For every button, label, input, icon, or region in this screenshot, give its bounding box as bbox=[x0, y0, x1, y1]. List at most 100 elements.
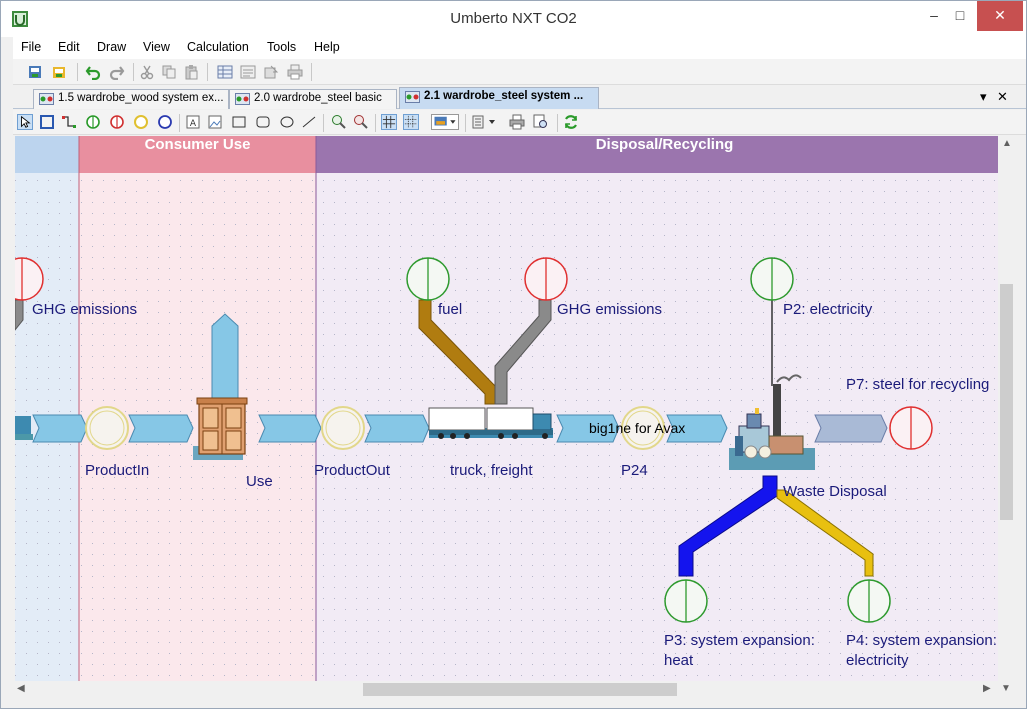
window-title: Umberto NXT CO2 bbox=[450, 10, 577, 27]
print-icon[interactable] bbox=[509, 114, 525, 130]
vertical-scrollbar[interactable]: ▲ bbox=[998, 136, 1015, 681]
table-icon[interactable] bbox=[217, 64, 233, 80]
toolbar-separator bbox=[375, 114, 376, 132]
connection-place-icon[interactable] bbox=[133, 114, 149, 130]
label-ghg-emissions: GHG emissions bbox=[557, 301, 663, 318]
place-p4-electricity[interactable] bbox=[847, 579, 891, 623]
color-icon[interactable] bbox=[431, 114, 459, 130]
label-p2-electricity: P2: electricity bbox=[783, 301, 873, 318]
place-productin[interactable] bbox=[85, 406, 129, 450]
drawing-toolbar: A bbox=[13, 110, 1026, 135]
svg-text:A: A bbox=[190, 119, 197, 129]
print-icon[interactable] bbox=[287, 64, 303, 80]
flow-arrow[interactable] bbox=[364, 414, 430, 443]
close-button[interactable]: ✕ bbox=[977, 1, 1023, 31]
flow-arrow[interactable] bbox=[258, 414, 322, 443]
grid-icon[interactable] bbox=[381, 114, 397, 130]
cut-icon[interactable] bbox=[139, 64, 155, 80]
tab-label: 1.5 wardrobe_wood system ex... bbox=[58, 92, 224, 104]
place-p7-steel-recycling[interactable] bbox=[889, 406, 933, 450]
close-tab-icon[interactable]: ✕ bbox=[997, 89, 1008, 105]
menu-tools[interactable]: Tools bbox=[267, 40, 296, 54]
scroll-up-icon[interactable]: ▲ bbox=[1002, 138, 1012, 149]
paste-icon[interactable] bbox=[183, 64, 199, 80]
rectangle-select-icon[interactable] bbox=[39, 114, 55, 130]
list-icon[interactable] bbox=[240, 64, 256, 80]
label-p4-line1: P4: system expansion: bbox=[846, 632, 997, 649]
zoom-out-icon[interactable] bbox=[353, 114, 369, 130]
transition-truck-left[interactable] bbox=[15, 416, 33, 440]
menu-view[interactable]: View bbox=[143, 40, 170, 54]
lane-title-consumer-use: Consumer Use bbox=[144, 136, 251, 153]
print-preview-icon[interactable] bbox=[533, 114, 549, 130]
transition-use-wardrobe[interactable] bbox=[193, 397, 248, 460]
flow-arrow[interactable] bbox=[128, 414, 194, 443]
horizontal-scroll-thumb[interactable] bbox=[363, 683, 677, 696]
label-p7-steel-for-recycling: P7: steel for recycling bbox=[846, 376, 990, 393]
scroll-down-icon[interactable]: ▼ bbox=[1001, 683, 1011, 694]
flow-arrow[interactable] bbox=[32, 414, 88, 443]
select-icon[interactable] bbox=[17, 114, 33, 130]
menu-bar: File Edit Draw View Calculation Tools He… bbox=[13, 37, 1026, 59]
open-icon[interactable] bbox=[51, 64, 67, 80]
tab-list-dropdown-icon[interactable]: ▾ bbox=[980, 89, 987, 105]
export-icon[interactable] bbox=[263, 64, 279, 80]
ellipse-icon[interactable] bbox=[279, 114, 295, 130]
document-tabs: 1.5 wardrobe_wood system ex... 2.0 wardr… bbox=[13, 87, 1026, 109]
toolbar-separator bbox=[465, 114, 466, 132]
lane-title-disposal-recycling: Disposal/Recycling bbox=[595, 136, 734, 153]
diagram-canvas[interactable]: Consumer Use Disposal/Recycling GHG emis… bbox=[15, 136, 998, 681]
text-icon[interactable]: A bbox=[185, 114, 201, 130]
vertical-scroll-thumb[interactable] bbox=[1000, 284, 1013, 520]
label-waste-disposal: Waste Disposal bbox=[783, 483, 887, 500]
undo-icon[interactable] bbox=[85, 64, 101, 80]
menu-file[interactable]: File bbox=[21, 40, 41, 54]
menu-edit[interactable]: Edit bbox=[58, 40, 80, 54]
lane-header-production bbox=[15, 136, 79, 173]
toolbar-separator bbox=[311, 63, 312, 81]
place-p2-electricity[interactable] bbox=[750, 257, 794, 301]
place-fuel[interactable] bbox=[406, 257, 450, 301]
toolbar-separator bbox=[557, 114, 558, 132]
place-ghg-emissions[interactable] bbox=[524, 257, 568, 301]
rectangle-icon[interactable] bbox=[231, 114, 247, 130]
menu-help[interactable]: Help bbox=[314, 40, 340, 54]
zoom-in-icon[interactable] bbox=[331, 114, 347, 130]
line-icon[interactable] bbox=[301, 114, 317, 130]
maximize-button[interactable]: □ bbox=[945, 1, 975, 31]
process-diagram[interactable] bbox=[15, 136, 998, 681]
use-emission-arrow[interactable] bbox=[211, 313, 239, 399]
label-ghg-emissions-left: GHG emissions bbox=[32, 301, 138, 318]
new-diagram-icon[interactable] bbox=[27, 64, 43, 80]
output-place-icon[interactable] bbox=[109, 114, 125, 130]
refresh-icon[interactable] bbox=[563, 114, 579, 130]
snap-icon[interactable] bbox=[403, 114, 419, 130]
tab-label: 2.0 wardrobe_steel basic bbox=[254, 92, 382, 104]
menu-calculation[interactable]: Calculation bbox=[187, 40, 249, 54]
redo-icon[interactable] bbox=[109, 64, 125, 80]
image-icon[interactable] bbox=[207, 114, 223, 130]
label-productout: ProductOut bbox=[314, 462, 390, 479]
diagram-icon bbox=[405, 91, 420, 103]
copy-icon[interactable] bbox=[161, 64, 177, 80]
connect-icon[interactable] bbox=[61, 114, 77, 130]
place-productout[interactable] bbox=[321, 406, 365, 450]
layout-icon[interactable] bbox=[471, 114, 499, 130]
input-place-icon[interactable] bbox=[85, 114, 101, 130]
tab-wardrobe-steel-basic[interactable]: 2.0 wardrobe_steel basic bbox=[229, 89, 397, 109]
place-p3-heat[interactable] bbox=[664, 579, 708, 623]
transition-icon[interactable] bbox=[157, 114, 173, 130]
tab-wardrobe-wood-system[interactable]: 1.5 wardrobe_wood system ex... bbox=[33, 89, 229, 109]
menu-draw[interactable]: Draw bbox=[97, 40, 126, 54]
rounded-rectangle-icon[interactable] bbox=[255, 114, 271, 130]
label-productin: ProductIn bbox=[85, 462, 150, 479]
toolbar-separator bbox=[77, 63, 78, 81]
diagram-icon bbox=[235, 93, 250, 105]
main-toolbar bbox=[13, 59, 1026, 85]
horizontal-scrollbar[interactable]: ◀ ▶ ▼ bbox=[13, 681, 1015, 698]
scroll-left-icon[interactable]: ◀ bbox=[17, 683, 25, 694]
scroll-right-icon[interactable]: ▶ bbox=[983, 683, 991, 694]
tab-wardrobe-steel-system[interactable]: 2.1 wardrobe_steel system ... bbox=[399, 87, 599, 109]
diagram-icon bbox=[39, 93, 54, 105]
recycling-flow-arrow[interactable] bbox=[814, 414, 888, 443]
